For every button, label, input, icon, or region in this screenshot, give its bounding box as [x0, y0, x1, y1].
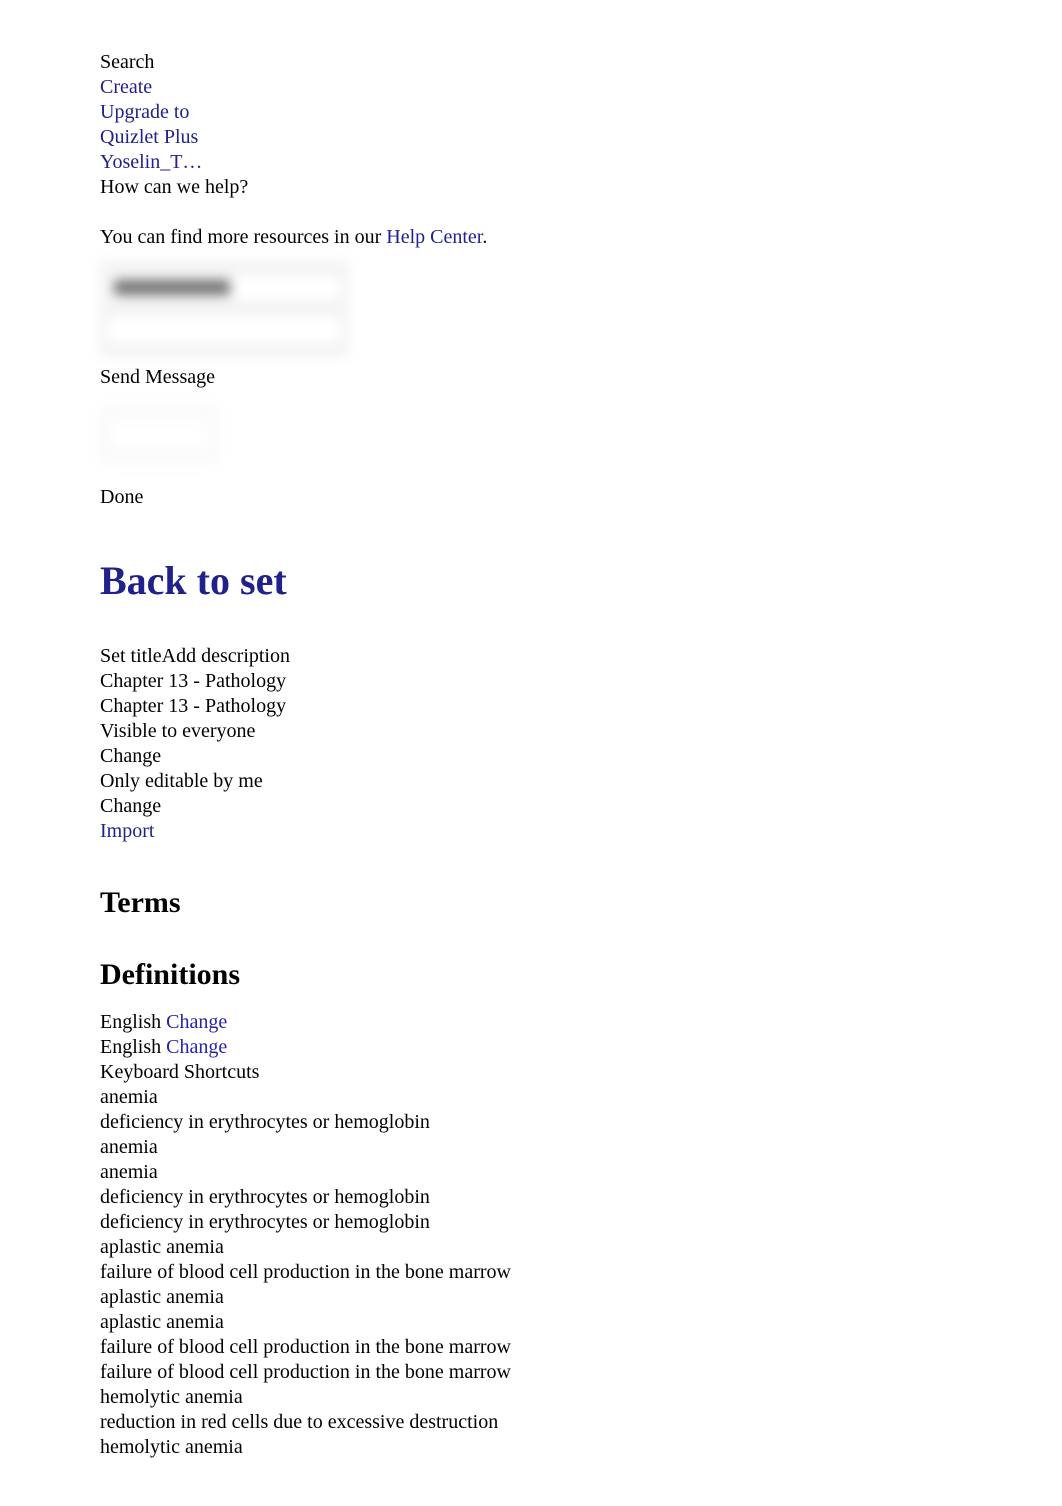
term-language-row: English Change [100, 1010, 1062, 1035]
done-button[interactable]: Done [100, 485, 1062, 510]
done-row: Done [100, 485, 1062, 510]
terms-definitions-list: anemia deficiency in erythrocytes or hemo… [100, 1085, 1062, 1460]
help-resources-prefix: You can find more resources in our [100, 226, 387, 248]
list-item[interactable]: aplastic anemia [100, 1310, 1062, 1335]
term-language-change-button[interactable]: Change [166, 1011, 227, 1033]
list-item[interactable]: deficiency in erythrocytes or hemoglobin [100, 1185, 1062, 1210]
back-to-set-wrapper: Back to set [100, 510, 1062, 604]
send-message-button[interactable]: Send Message [100, 365, 1062, 390]
list-item[interactable]: aplastic anemia [100, 1285, 1062, 1310]
send-message-row: Send Message [100, 365, 1062, 390]
import-link[interactable]: Import [100, 819, 1062, 844]
language-controls: English Change English Change Keyboard S… [100, 1010, 1062, 1085]
page-root: Search Create Upgrade to Quizlet Plus Yo… [0, 0, 1062, 1460]
contact-message-input[interactable] [108, 315, 340, 345]
visibility-value: Visible to everyone [100, 720, 256, 742]
definition-language-row: English Change [100, 1035, 1062, 1060]
help-resources-suffix: . [482, 226, 488, 248]
captcha-inner [111, 420, 207, 448]
nav-user-menu[interactable]: Yoselin_T… [100, 150, 1062, 175]
set-metadata: Set titleAdd description Chapter 13 - Pa… [100, 644, 1062, 844]
list-item[interactable]: hemolytic anemia [100, 1435, 1062, 1460]
set-title-label: Set title [100, 645, 162, 667]
email-value-redacted [114, 280, 230, 295]
visibility-change-button[interactable]: Change [100, 744, 1062, 769]
list-item[interactable]: anemia [100, 1160, 1062, 1185]
back-to-set-link[interactable]: Back to set [100, 558, 287, 604]
list-item[interactable]: anemia [100, 1085, 1062, 1110]
help-resources-line: You can find more resources in our Help … [100, 225, 1062, 250]
list-item[interactable]: anemia [100, 1135, 1062, 1160]
list-item[interactable]: hemolytic anemia [100, 1385, 1062, 1410]
top-nav: Search Create Upgrade to Quizlet Plus Yo… [100, 50, 1062, 175]
help-prompt: How can we help? [100, 176, 249, 198]
keyboard-shortcuts-button[interactable]: Keyboard Shortcuts [100, 1060, 1062, 1085]
set-title-labels-line: Set titleAdd description [100, 644, 1062, 669]
editability-value: Only editable by me [100, 770, 263, 792]
help-section: How can we help? You can find more resou… [100, 175, 1062, 510]
definitions-column-heading: Definitions [100, 958, 241, 991]
help-center-link[interactable]: Help Center [386, 226, 482, 248]
definition-language-change-button[interactable]: Change [166, 1036, 227, 1058]
editability-change-button[interactable]: Change [100, 794, 1062, 819]
list-item[interactable]: deficiency in erythrocytes or hemoglobin [100, 1110, 1062, 1135]
list-item[interactable]: deficiency in erythrocytes or hemoglobin [100, 1210, 1062, 1235]
definition-language-value: English [100, 1036, 162, 1058]
nav-upgrade-link-line1[interactable]: Upgrade to [100, 100, 1062, 125]
nav-search[interactable]: Search [100, 50, 1062, 75]
nav-create-link[interactable]: Create [100, 75, 1062, 100]
list-item[interactable]: failure of blood cell production in the … [100, 1360, 1062, 1385]
nav-upgrade-link-line2[interactable]: Quizlet Plus [100, 125, 1062, 150]
list-item[interactable]: reduction in red cells due to excessive … [100, 1410, 1062, 1435]
captcha-widget[interactable] [100, 405, 218, 463]
list-item[interactable]: aplastic anemia [100, 1235, 1062, 1260]
add-description-label[interactable]: Add description [162, 645, 290, 667]
set-title-value[interactable]: Chapter 13 - Pathology [100, 669, 1062, 694]
list-item[interactable]: failure of blood cell production in the … [100, 1260, 1062, 1285]
set-description-value[interactable]: Chapter 13 - Pathology [100, 694, 1062, 719]
terms-column-heading: Terms [100, 886, 181, 919]
contact-form-panel [100, 261, 348, 357]
contact-email-input[interactable] [108, 275, 340, 301]
term-language-value: English [100, 1011, 162, 1033]
list-item[interactable]: failure of blood cell production in the … [100, 1335, 1062, 1360]
